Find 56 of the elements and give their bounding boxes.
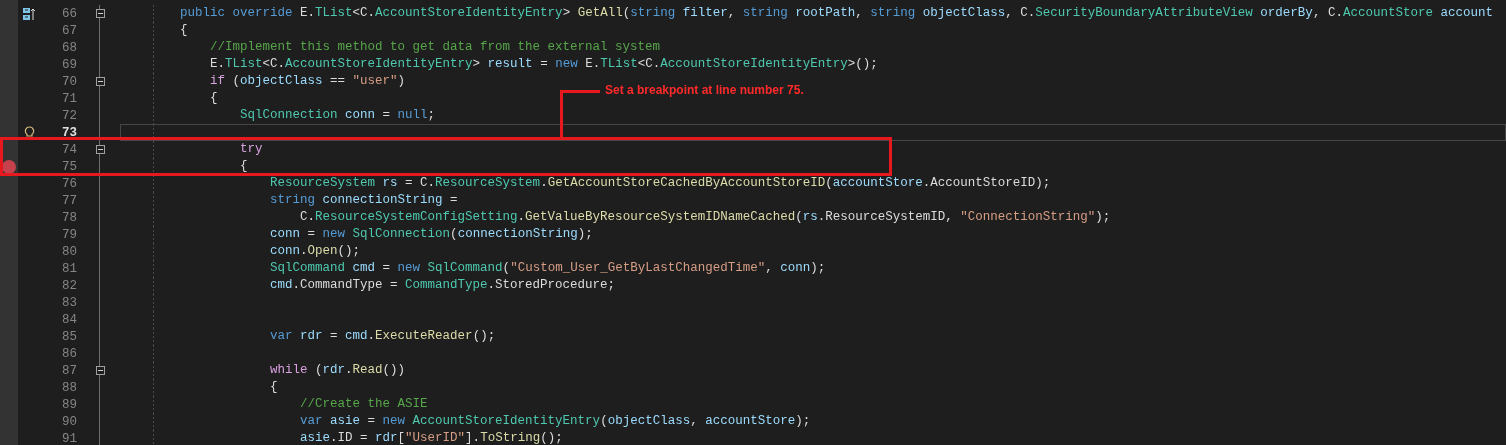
code-line: E.TList<C.AccountStoreIdentityEntry> result = new E.TList<C.AccountStoreIdentityEntry>(); — [210, 56, 878, 73]
line-number: 78 — [61, 210, 77, 225]
collapse-icon[interactable] — [95, 366, 105, 375]
line-number: 89 — [61, 397, 77, 412]
implementation-icon[interactable] — [22, 6, 36, 21]
line-number: 68 — [61, 40, 77, 55]
line-number: 70 — [61, 74, 77, 89]
line-number: 87 — [61, 363, 77, 378]
code-line: while (rdr.Read()) — [270, 362, 406, 379]
code-line: conn = new SqlConnection(connectionString); — [270, 226, 593, 243]
line-number: 86 — [61, 346, 77, 361]
annotation-text: Set a breakpoint at line number 75. — [605, 83, 804, 97]
line-number: 88 — [61, 380, 77, 395]
code-line: { — [270, 379, 278, 396]
code-line: { — [180, 22, 188, 39]
collapse-icon[interactable] — [95, 9, 105, 18]
line-number: 69 — [61, 57, 77, 72]
line-number: 90 — [61, 414, 77, 429]
code-line: ResourceSystem rs = C.ResourceSystem.GetAccountStoreCachedByAccountStoreID(accountStore.AccountStoreID); — [270, 175, 1051, 192]
collapse-icon[interactable] — [95, 77, 105, 86]
line-number: 82 — [61, 278, 77, 293]
code-line: public override E.TList<C.AccountStoreIdentityEntry> GetAll(string filter, string rootPath, string objectClass, C.SecurityBoundaryAttributeView orderBy, C.AccountStore account — [180, 5, 1493, 22]
line-number: 74 — [61, 142, 77, 157]
code-line: //Create the ASIE — [300, 396, 428, 413]
code-line: //Implement this method to get data from the external system — [210, 39, 661, 56]
leader-line — [560, 90, 600, 138]
line-number: 76 — [61, 176, 77, 191]
code-line: string connectionString = — [270, 192, 458, 209]
line-number: 75 — [61, 159, 77, 174]
code-line: C.ResourceSystemConfigSetting.GetValueByResourceSystemIDNameCached(rs.ResourceSystemID, "ConnectionString"); — [300, 209, 1111, 226]
code-line: cmd.CommandType = CommandType.StoredProcedure; — [270, 277, 616, 294]
code-line: var asie = new AccountStoreIdentityEntry(objectClass, accountStore); — [300, 413, 811, 430]
line-number: 67 — [61, 23, 77, 38]
line-number: 73 — [61, 125, 77, 140]
line-number: 84 — [61, 312, 77, 327]
collapse-icon[interactable] — [95, 145, 105, 154]
line-number: 72 — [61, 108, 77, 123]
line-number: 83 — [61, 295, 77, 310]
line-number: 66 — [61, 6, 77, 21]
code-line: conn.Open(); — [270, 243, 361, 260]
line-number: 71 — [61, 91, 77, 106]
line-number: 80 — [61, 244, 77, 259]
line-number: 85 — [61, 329, 77, 344]
code-line: { — [210, 90, 218, 107]
lightbulb-icon[interactable] — [23, 125, 35, 140]
code-line: asie.ID = rdr["UserID"].ToString(); — [300, 430, 563, 445]
code-line: SqlConnection conn = null; — [240, 107, 436, 124]
code-line: { — [240, 158, 248, 175]
line-number: 77 — [61, 193, 77, 208]
code-line: SqlCommand cmd = new SqlCommand("Custom_User_GetByLastChangedTime", conn); — [270, 260, 826, 277]
line-number: 91 — [61, 431, 77, 445]
line-number: 81 — [61, 261, 77, 276]
line-number: 79 — [61, 227, 77, 242]
code-line: if (objectClass == "user") — [210, 73, 406, 90]
code-line: var rdr = cmd.ExecuteReader(); — [270, 328, 496, 345]
code-line: try — [240, 141, 263, 158]
